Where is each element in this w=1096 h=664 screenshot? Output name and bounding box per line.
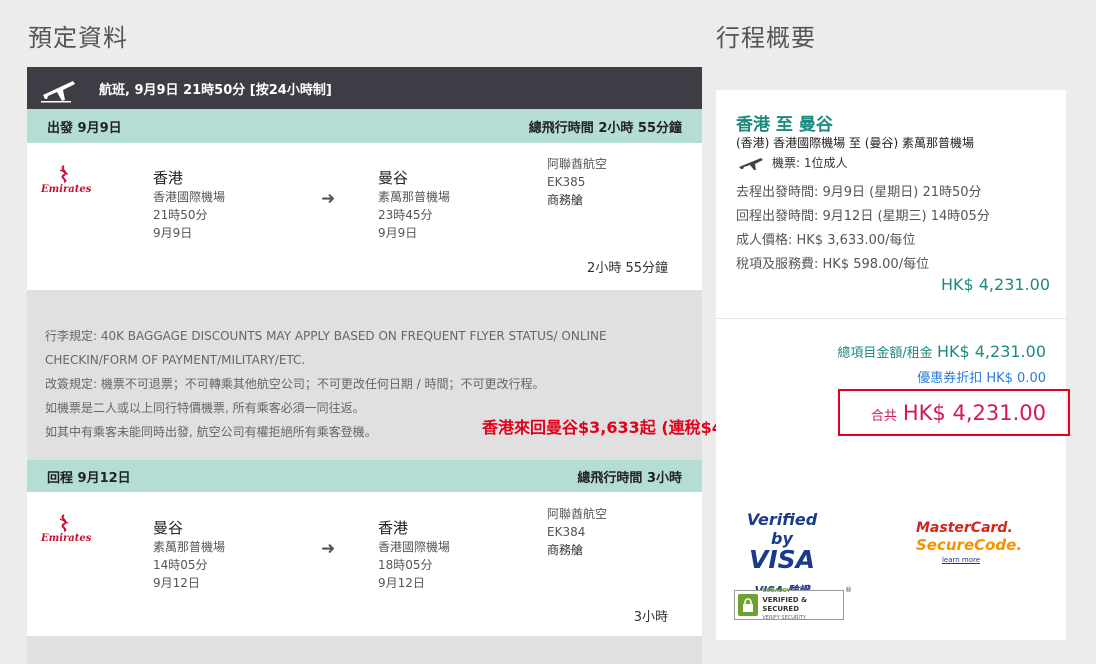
airplane-icon bbox=[739, 157, 763, 170]
destination-date: 9月9日 bbox=[378, 226, 418, 240]
total-amount-line: 總項目金額/租金 HK$ 4,231.00 bbox=[837, 342, 1046, 361]
cabin-class: 商務艙 bbox=[547, 193, 584, 207]
booking-details-title: 預定資料 bbox=[28, 24, 128, 52]
flight-header: 航班, 9月9日 21時50分 [按24小時制] bbox=[27, 67, 702, 109]
destination-city: 曼谷 bbox=[378, 169, 409, 187]
godaddy-security-seal[interactable]: GODADDY VERIFIED & SECURED VERIFY SECURI… bbox=[734, 586, 852, 621]
grand-total-label: 合共 bbox=[870, 409, 897, 424]
outbound-leg-bar: 出發 9月9日 總飛行時間 2小時 55分鐘 bbox=[27, 109, 702, 143]
route-airports: (香港) 香港國際機場 至 (曼谷) 素萬那普機場 bbox=[736, 136, 974, 150]
bottom-spacer bbox=[27, 636, 702, 664]
flight-header-text: 航班, 9月9日 21時50分 [按24小時制] bbox=[99, 82, 332, 98]
inbound-airline: 阿聯酋航空 EK384 商務艙 bbox=[547, 505, 607, 559]
summary-panel: 香港 至 曼谷 (香港) 香港國際機場 至 (曼谷) 素萬那普機場 機票: 1位… bbox=[716, 90, 1070, 640]
route-title: 香港 至 曼谷 bbox=[736, 115, 833, 135]
godaddy-line3: VERIFY SECURITY bbox=[762, 615, 806, 621]
ticket-count: 機票: 1位成人 bbox=[738, 154, 848, 171]
inbound-card: Emirates 曼谷 素萬那普機場 14時05分 9月12日 ➜ 香港 香港國… bbox=[27, 492, 702, 636]
outbound-origin: 香港 香港國際機場 21時50分 9月9日 bbox=[153, 168, 225, 242]
tax-fees: 稅項及服務費: HK$ 598.00/每位 bbox=[736, 257, 930, 272]
emirates-emblem-icon bbox=[59, 514, 69, 532]
inbound-leg-bar: 回程 9月12日 總飛行時間 3小時 bbox=[27, 460, 702, 492]
depart-time: 去程出發時間: 9月9日 (星期日) 21時50分 bbox=[736, 185, 982, 200]
return-time: 回程出發時間: 9月12日 (星期三) 14時05分 bbox=[736, 209, 990, 224]
mc-learn-more-link[interactable]: learn more bbox=[916, 556, 1006, 564]
outbound-total-time: 總飛行時間 2小時 55分鐘 bbox=[528, 120, 682, 136]
emirates-emblem-icon bbox=[59, 165, 69, 183]
outbound-destination: 曼谷 素萬那普機場 23時45分 9月9日 bbox=[378, 168, 450, 242]
outbound-card: Emirates 香港 香港國際機場 21時50分 9月9日 ➜ 曼谷 素萬那普… bbox=[27, 143, 702, 290]
ticket-text: 機票: 1位成人 bbox=[772, 156, 848, 170]
itinerary-summary-title: 行程概要 bbox=[716, 24, 816, 52]
change-rule: 改簽規定: 機票不可退票；不可轉乘其他航空公司；不可更改任何日期 / 時間；不可… bbox=[45, 377, 545, 391]
airline-name: 阿聯酋航空 bbox=[547, 507, 608, 521]
flight-number: EK384 bbox=[547, 525, 586, 539]
destination-airport: 香港國際機場 bbox=[378, 540, 451, 554]
godaddy-line1: GODADDY bbox=[762, 588, 791, 594]
origin-airport: 香港國際機場 bbox=[153, 190, 226, 204]
vbv-line2: VISA bbox=[748, 545, 815, 574]
outbound-label: 出發 9月9日 bbox=[47, 120, 122, 136]
emirates-logo-text: Emirates bbox=[41, 184, 92, 195]
flight-number: EK385 bbox=[547, 175, 586, 189]
vbv-line1: Verified by bbox=[746, 510, 818, 548]
inbound-destination: 香港 香港國際機場 18時05分 9月12日 bbox=[378, 518, 450, 592]
inbound-total-time: 總飛行時間 3小時 bbox=[577, 470, 682, 486]
emirates-logo-text: Emirates bbox=[41, 533, 92, 544]
cabin-class: 商務艙 bbox=[547, 543, 584, 557]
inbound-label: 回程 9月12日 bbox=[47, 470, 131, 486]
destination-airport: 素萬那普機場 bbox=[378, 190, 451, 204]
origin-time: 14時05分 bbox=[153, 558, 208, 572]
outbound-duration: 2小時 55分鐘 bbox=[587, 261, 668, 276]
inbound-duration: 3小時 bbox=[633, 610, 668, 625]
lock-icon bbox=[738, 594, 759, 616]
mc-line1: MasterCard. bbox=[916, 520, 1013, 536]
airline-name: 阿聯酋航空 bbox=[547, 157, 608, 171]
total-amount-value: HK$ 4,231.00 bbox=[936, 342, 1046, 361]
godaddy-line2: VERIFIED & SECURED bbox=[762, 596, 808, 613]
coupon-discount: 優惠券折扣 HK$ 0.00 bbox=[917, 371, 1046, 386]
baggage-rule: 行李規定: 40K BAGGAGE DISCOUNTS MAY APPLY BA… bbox=[45, 329, 607, 367]
arrow-right-icon: ➜ bbox=[321, 189, 336, 209]
verified-by-visa-badge[interactable]: Verified by VISA VISA 驗證 bbox=[734, 510, 830, 598]
divider bbox=[716, 318, 1066, 319]
registered-mark: ® bbox=[845, 586, 852, 594]
outbound-airline: 阿聯酋航空 EK385 商務艙 bbox=[547, 155, 607, 209]
origin-city: 香港 bbox=[153, 169, 184, 187]
adult-price: 成人價格: HK$ 3,633.00/每位 bbox=[736, 233, 916, 248]
grand-total-box: 合共 HK$ 4,231.00 bbox=[838, 389, 1070, 436]
grand-total-value: HK$ 4,231.00 bbox=[902, 400, 1046, 425]
origin-city: 曼谷 bbox=[153, 519, 184, 537]
origin-date: 9月9日 bbox=[153, 226, 193, 240]
destination-time: 18時05分 bbox=[378, 558, 433, 572]
arrow-right-icon: ➜ bbox=[321, 539, 336, 559]
destination-time: 23時45分 bbox=[378, 208, 433, 222]
emirates-logo: Emirates bbox=[41, 514, 92, 544]
emirates-logo: Emirates bbox=[41, 165, 92, 195]
destination-date: 9月12日 bbox=[378, 576, 425, 590]
subtotal-price: HK$ 4,231.00 bbox=[940, 275, 1050, 294]
origin-time: 21時50分 bbox=[153, 208, 208, 222]
total-amount-label: 總項目金額/租金 bbox=[837, 346, 933, 361]
origin-airport: 素萬那普機場 bbox=[153, 540, 226, 554]
destination-city: 香港 bbox=[378, 519, 409, 537]
mc-line2: SecureCode. bbox=[916, 536, 1023, 554]
origin-date: 9月12日 bbox=[153, 576, 200, 590]
airplane-icon bbox=[41, 81, 75, 103]
mastercard-securecode-badge: MasterCard. SecureCode. learn more bbox=[916, 520, 1023, 564]
inbound-origin: 曼谷 素萬那普機場 14時05分 9月12日 bbox=[153, 518, 225, 592]
